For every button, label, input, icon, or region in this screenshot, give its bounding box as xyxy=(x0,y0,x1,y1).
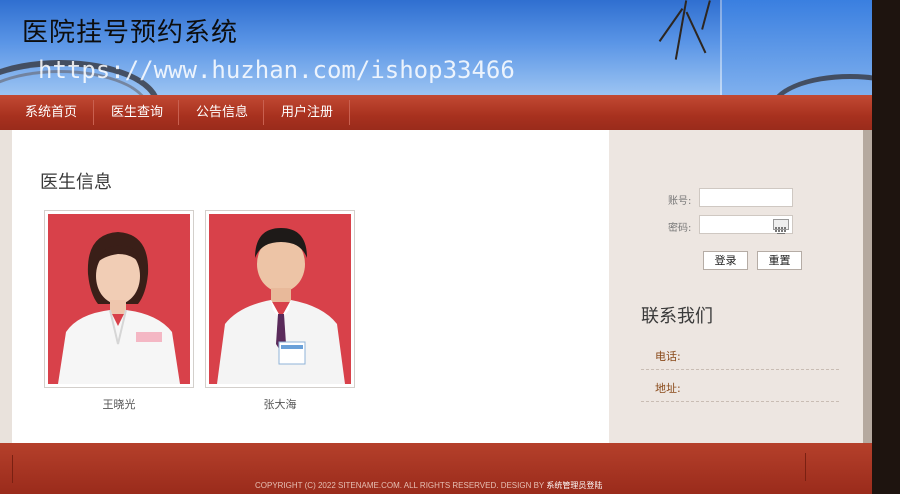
doctor-card[interactable]: 张大海 xyxy=(205,210,355,412)
nav-item-home[interactable]: 系统首页 xyxy=(25,95,77,130)
reset-button[interactable]: 重置 xyxy=(757,251,802,270)
contact-address-row: 地址: xyxy=(641,370,839,402)
contact-phone-row: 电话: xyxy=(641,338,839,370)
footer-divider xyxy=(805,453,806,481)
password-label: 密码: xyxy=(668,223,692,234)
nav-separator xyxy=(349,100,350,125)
banner-divider xyxy=(720,0,722,95)
nav-separator xyxy=(93,100,94,125)
doctor-photo-frame[interactable] xyxy=(44,210,194,388)
doctor-photo[interactable] xyxy=(209,214,351,384)
admin-login-link[interactable]: 系统管理员登陆 xyxy=(546,481,602,490)
copyright-text: COPYRIGHT (C) 2022 SITENAME.COM. ALL RIG… xyxy=(255,480,602,491)
password-input[interactable] xyxy=(699,215,793,234)
nav-item-doctor-search[interactable]: 医生查询 xyxy=(111,95,163,130)
doctor-name[interactable]: 张大海 xyxy=(205,396,355,412)
doctor-photo-frame[interactable] xyxy=(205,210,355,388)
account-input[interactable] xyxy=(699,188,793,207)
nav-item-notices[interactable]: 公告信息 xyxy=(196,95,248,130)
doctor-photo[interactable] xyxy=(48,214,190,384)
section-title: 医生信息 xyxy=(40,172,112,193)
nav-separator xyxy=(263,100,264,125)
doctor-name[interactable]: 王晓光 xyxy=(44,396,194,412)
doctor-card[interactable]: 王晓光 xyxy=(44,210,194,412)
sidebar: 账号: 密码: 登录 重置 联系我们 电话: 地址: xyxy=(609,130,872,443)
main-nav: 系统首页 医生查询 公告信息 用户注册 xyxy=(0,95,872,130)
footer: COPYRIGHT (C) 2022 SITENAME.COM. ALL RIG… xyxy=(0,443,872,494)
keyboard-icon[interactable] xyxy=(773,219,789,234)
sidebar-edge xyxy=(863,130,872,443)
nav-separator xyxy=(178,100,179,125)
site-title: 医院挂号预约系统 xyxy=(22,18,239,48)
address-label: 地址: xyxy=(655,382,681,395)
site-container: 医院挂号预约系统 https://www.huzhan.com/ishop334… xyxy=(0,0,872,494)
copyright-label: COPYRIGHT (C) 2022 SITENAME.COM. ALL RIG… xyxy=(255,481,547,490)
header-banner: 医院挂号预约系统 https://www.huzhan.com/ishop334… xyxy=(0,0,872,95)
watermark-text: https://www.huzhan.com/ishop33466 xyxy=(38,56,515,84)
page-edge xyxy=(872,0,900,494)
contact-title: 联系我们 xyxy=(641,306,713,327)
login-button[interactable]: 登录 xyxy=(703,251,748,270)
main-content: 医生信息 王晓光 张大海 xyxy=(12,130,609,443)
phone-label: 电话: xyxy=(655,350,681,363)
nav-item-register[interactable]: 用户注册 xyxy=(281,95,333,130)
footer-divider xyxy=(12,455,13,483)
tree-branches xyxy=(640,0,730,95)
account-label: 账号: xyxy=(668,196,692,207)
